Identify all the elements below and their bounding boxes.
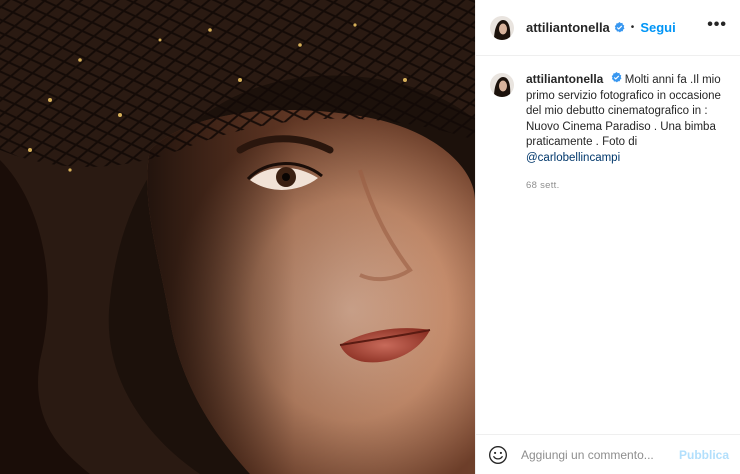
caption-username[interactable]: attiliantonella <box>526 72 603 86</box>
username[interactable]: attiliantonella <box>526 20 610 35</box>
verified-badge-icon <box>614 22 625 33</box>
post-timestamp[interactable]: 68 sett. <box>526 178 726 194</box>
comment-bar: Pubblica <box>476 434 740 474</box>
post-header: attiliantonella • Segui ••• <box>476 0 740 56</box>
portrait-photo <box>0 0 475 474</box>
verified-badge-icon <box>611 72 621 83</box>
more-options-icon[interactable]: ••• <box>707 16 727 34</box>
comment-input[interactable] <box>521 447 676 462</box>
emoji-icon[interactable] <box>488 445 508 465</box>
post-photo[interactable] <box>0 0 475 474</box>
mention-link[interactable]: @carlobellincampi <box>526 152 620 164</box>
follow-button[interactable]: Segui <box>640 20 675 35</box>
caption-body: attiliantonella Molti anni fa .Il mio pr… <box>526 72 726 194</box>
separator-dot: • <box>630 22 635 33</box>
avatar[interactable] <box>490 73 514 97</box>
publish-button[interactable]: Pubblica <box>679 448 729 462</box>
avatar[interactable] <box>490 15 514 40</box>
post-caption: attiliantonella Molti anni fa .Il mio pr… <box>490 72 730 194</box>
post-side-panel: attiliantonella • Segui ••• attiliantone… <box>475 0 740 474</box>
